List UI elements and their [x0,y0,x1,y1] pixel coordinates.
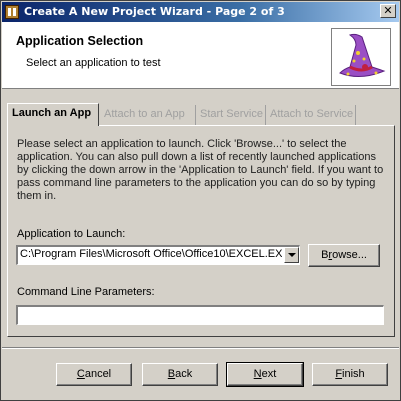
wizard-header: Application Selection Select an applicat… [2,22,399,89]
back-label-b: ack [175,368,193,380]
cancel-button[interactable]: Cancel [56,363,132,386]
next-button[interactable]: Next [226,362,304,387]
application-path-value[interactable]: C:\Program Files\Microsoft Office\Office… [20,248,282,260]
page-subtitle: Select an application to test [26,57,161,69]
browse-button[interactable]: Browse... [308,244,380,267]
tab-start-service[interactable]: Start Service [196,105,266,125]
wizard-hat-icon [331,28,391,86]
chevron-down-icon[interactable] [284,247,299,263]
back-button[interactable]: Back [142,363,218,386]
cancel-label-b: ancel [84,368,112,380]
cmd-line-input[interactable] [16,305,384,325]
finish-label-b: inish [342,368,365,380]
finish-button[interactable]: Finish [312,363,388,386]
tab-launch-app[interactable]: Launch an App [7,103,99,126]
app-to-launch-label: Application to Launch: [17,228,126,240]
app-icon [5,5,19,19]
browse-label-c: owse... [332,249,367,261]
tab-panel: Please select an application to launch. … [7,125,395,337]
tab-attach-app[interactable]: Attach to an App [100,105,196,125]
instructions-text: Please select an application to launch. … [17,138,384,202]
tab-attach-service[interactable]: Attach to Service [266,105,356,125]
window-title: Create A New Project Wizard - Page 2 of … [24,5,285,18]
close-icon[interactable]: ✕ [380,4,396,18]
wizard-window: Create A New Project Wizard - Page 2 of … [0,0,401,401]
title-bar: Create A New Project Wizard - Page 2 of … [2,2,399,22]
next-label-b: ext [261,368,277,380]
next-label-a: N [253,368,262,380]
back-label-a: B [167,368,176,380]
footer-divider [2,347,399,349]
cancel-label-a: C [76,368,85,380]
page-title: Application Selection [16,34,144,48]
application-combobox[interactable]: C:\Program Files\Microsoft Office\Office… [16,245,300,265]
cmd-line-label: Command Line Parameters: [17,286,155,298]
